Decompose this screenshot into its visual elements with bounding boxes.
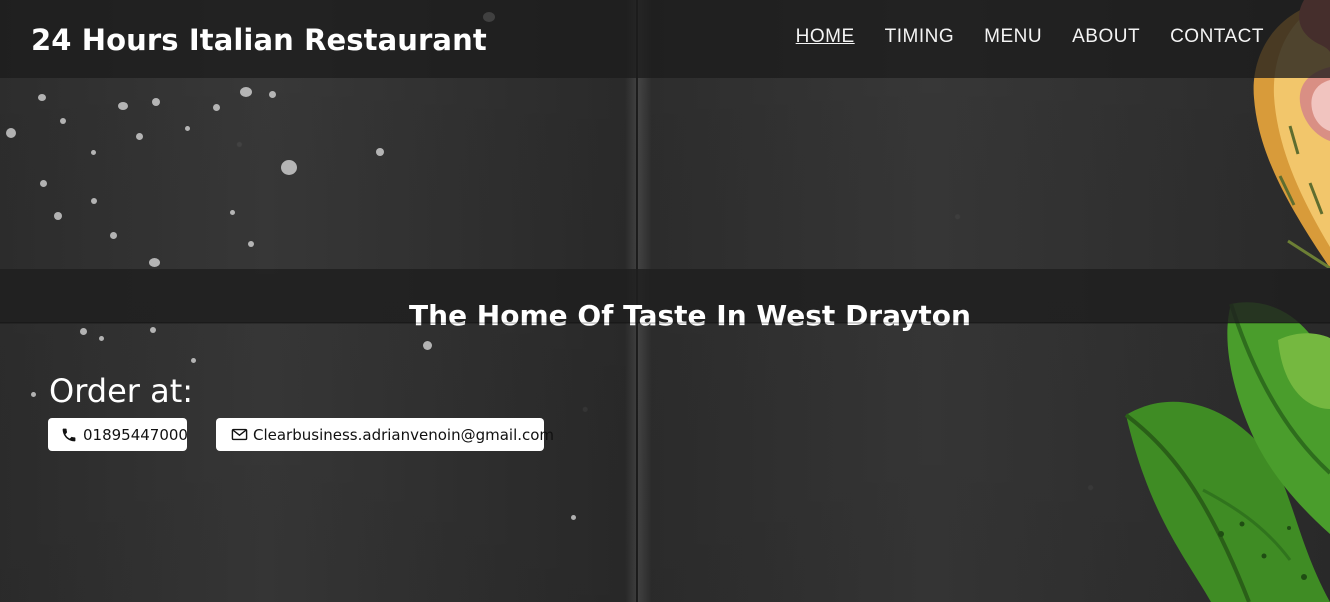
nav-contact[interactable]: CONTACT	[1170, 24, 1264, 50]
hero-tagline: The Home Of Taste In West Drayton	[409, 298, 971, 332]
brand-title[interactable]: 24 Hours Italian Restaurant	[31, 20, 487, 60]
nav-home[interactable]: HOME	[796, 24, 855, 50]
email-address: Clearbusiness.adrianvenoin@gmail.com	[253, 425, 555, 444]
phone-contact-button[interactable]: 01895447000	[48, 418, 188, 451]
envelope-icon	[230, 426, 248, 444]
phone-number: 01895447000	[83, 425, 188, 444]
main-navigation: HOME TIMING MENU ABOUT CONTACT	[796, 24, 1264, 50]
email-contact-button[interactable]: Clearbusiness.adrianvenoin@gmail.com	[216, 418, 554, 451]
nav-timing[interactable]: TIMING	[885, 24, 955, 50]
site-header: 24 Hours Italian Restaurant HOME TIMING …	[0, 0, 1330, 78]
nav-menu[interactable]: MENU	[984, 24, 1042, 50]
nav-about[interactable]: ABOUT	[1072, 24, 1140, 50]
basil-leaves-image	[1124, 302, 1330, 602]
phone-icon	[60, 426, 78, 444]
order-heading: Order at:	[49, 372, 194, 410]
restaurant-homepage: 24 Hours Italian Restaurant HOME TIMING …	[0, 0, 1330, 602]
